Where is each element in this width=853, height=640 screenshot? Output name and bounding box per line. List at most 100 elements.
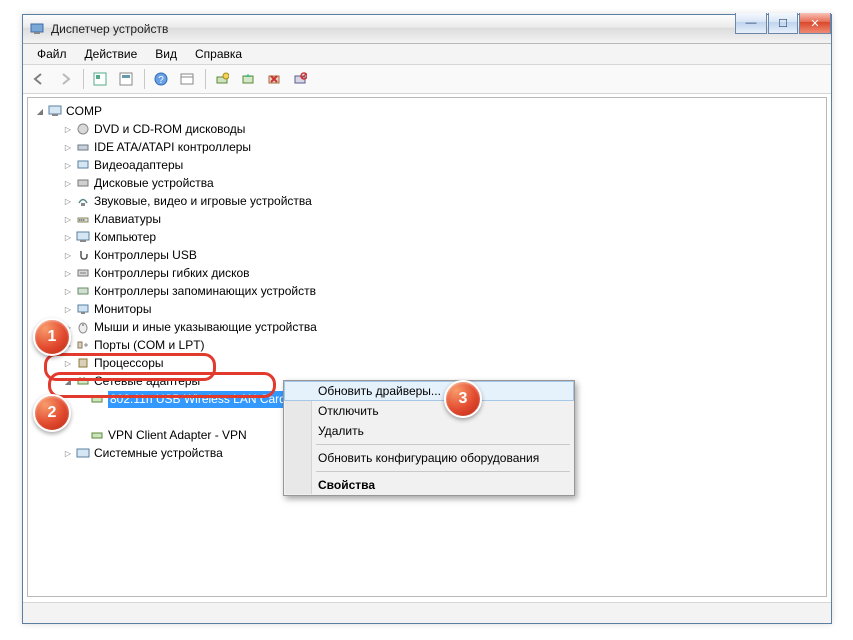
step-badge-3: 3 — [444, 380, 482, 418]
tree-label: Видеоадаптеры — [94, 157, 183, 174]
expander-icon[interactable]: ▷ — [62, 229, 74, 246]
tree-label: Звуковые, видео и игровые устройства — [94, 193, 312, 210]
window-title: Диспетчер устройств — [51, 22, 168, 36]
expander-icon[interactable]: ▷ — [62, 157, 74, 174]
menu-view[interactable]: Вид — [147, 45, 185, 63]
network-card-icon — [89, 427, 105, 443]
expander-icon[interactable]: ◢ — [62, 373, 74, 390]
expander-icon[interactable]: ▷ — [62, 265, 74, 282]
device-category-icon — [75, 283, 91, 299]
expander-icon[interactable]: ▷ — [62, 283, 74, 300]
ctx-remove[interactable]: Удалить — [284, 421, 574, 441]
toolbar-separator — [144, 69, 145, 89]
context-menu: Обновить драйверы... Отключить Удалить О… — [283, 380, 575, 496]
step-badge-1: 1 — [33, 318, 71, 356]
ctx-disable[interactable]: Отключить — [284, 401, 574, 421]
expander-icon[interactable]: ▷ — [62, 247, 74, 264]
back-button[interactable] — [27, 67, 51, 91]
tree-label: VPN Client Adapter - VPN — [108, 427, 247, 444]
window: Диспетчер устройств — ☐ ✕ Файл Действие … — [22, 14, 832, 624]
tree-category[interactable]: ▷ IDE ATA/ATAPI контроллеры — [28, 138, 826, 156]
tree-root-label: COMP — [66, 103, 102, 120]
expander-icon[interactable]: ▷ — [62, 445, 74, 462]
device-category-icon — [75, 139, 91, 155]
tree-label: Порты (COM и LPT) — [94, 337, 205, 354]
menu-help[interactable]: Справка — [187, 45, 250, 63]
tree-label: Дисковые устройства — [94, 175, 214, 192]
tree-category[interactable]: ▷ Процессоры — [28, 354, 826, 372]
tree-category[interactable]: ▷Контроллеры USB — [28, 246, 826, 264]
step-badge-2: 2 — [33, 394, 71, 432]
tree-label: IDE ATA/ATAPI контроллеры — [94, 139, 251, 156]
device-category-icon — [75, 337, 91, 353]
device-category-icon — [75, 301, 91, 317]
expander-icon[interactable]: ▷ — [62, 211, 74, 228]
toolbar: ? — [23, 65, 831, 94]
titlebar: Диспетчер устройств — ☐ ✕ — [23, 15, 831, 44]
tree-category[interactable]: ▷ Звуковые, видео и игровые устройства — [28, 192, 826, 210]
statusbar — [23, 602, 831, 623]
expander-icon[interactable]: ▷ — [62, 355, 74, 372]
device-tree-panel: ◢ COMP ▷ DVD и CD-ROM дисководы ▷ IDE ATA/A… — [27, 97, 827, 597]
tree-label: Компьютер — [94, 229, 156, 246]
properties-toolbar-button[interactable] — [114, 67, 138, 91]
device-category-icon — [75, 175, 91, 191]
expander-icon[interactable]: ▷ — [62, 121, 74, 138]
ctx-rescan[interactable]: Обновить конфигурацию оборудования — [284, 448, 574, 468]
device-category-icon — [75, 193, 91, 209]
uninstall-button[interactable] — [262, 67, 286, 91]
tree-category[interactable]: ▷ Контроллеры гибких дисков — [28, 264, 826, 282]
tree-category[interactable]: ▷Порты (COM и LPT) — [28, 336, 826, 354]
tree-label: 802.11n USB Wireless LAN Card — [108, 391, 288, 408]
tree-label: DVD и CD-ROM дисководы — [94, 121, 245, 138]
expander-icon[interactable]: ▷ — [62, 139, 74, 156]
tree-label: Мыши и иные указывающие устройства — [94, 319, 317, 336]
tree-category[interactable]: ▷ Компьютер — [28, 228, 826, 246]
device-category-icon — [75, 319, 91, 335]
help-toolbar-button[interactable]: ? — [149, 67, 173, 91]
forward-button[interactable] — [53, 67, 77, 91]
tree-category[interactable]: ▷ Дисковые устройства — [28, 174, 826, 192]
action-toolbar-button[interactable] — [175, 67, 199, 91]
menu-action[interactable]: Действие — [77, 45, 146, 63]
device-category-icon — [75, 247, 91, 263]
tree-label: Контроллеры запоминающих устройств — [94, 283, 316, 300]
tree-category[interactable]: ▷ Клавиатуры — [28, 210, 826, 228]
expander-icon[interactable]: ▷ — [62, 301, 74, 318]
device-category-icon — [75, 211, 91, 227]
toolbar-separator — [205, 69, 206, 89]
context-menu-separator — [316, 471, 570, 472]
context-menu-separator — [316, 444, 570, 445]
menu-file[interactable]: Файл — [29, 45, 75, 63]
tree-category[interactable]: ▷ DVD и CD-ROM дисководы — [28, 120, 826, 138]
disable-button[interactable] — [288, 67, 312, 91]
expander-icon[interactable]: ◢ — [34, 103, 46, 120]
network-card-icon — [89, 391, 105, 407]
tree-category[interactable]: ▷ Контроллеры запоминающих устройств — [28, 282, 826, 300]
tree-label: Системные устройства — [94, 445, 223, 462]
update-driver-button[interactable] — [236, 67, 260, 91]
tree-label: Сетевые адаптеры — [94, 373, 200, 390]
tree-label: Мониторы — [94, 301, 151, 318]
tree-category[interactable]: ▷ Видеоадаптеры — [28, 156, 826, 174]
tree-root[interactable]: ◢ COMP — [28, 102, 826, 120]
tree-category[interactable]: ▷ Мониторы — [28, 300, 826, 318]
device-category-icon — [75, 157, 91, 173]
tree-label: Клавиатуры — [94, 211, 161, 228]
scan-hardware-button[interactable] — [210, 67, 234, 91]
tree-category[interactable]: ▷Мыши и иные указывающие устройства — [28, 318, 826, 336]
device-category-icon — [75, 229, 91, 245]
cpu-icon — [75, 355, 91, 371]
ctx-properties[interactable]: Свойства — [284, 475, 574, 495]
show-hide-tree-button[interactable] — [88, 67, 112, 91]
expander-icon[interactable]: ▷ — [62, 193, 74, 210]
computer-icon — [47, 103, 63, 119]
tree-label: Контроллеры гибких дисков — [94, 265, 250, 282]
toolbar-separator — [83, 69, 84, 89]
expander-icon[interactable]: ▷ — [62, 175, 74, 192]
maximize-button[interactable]: ☐ — [768, 13, 798, 34]
minimize-button[interactable]: — — [735, 13, 767, 34]
network-icon — [75, 373, 91, 389]
close-button[interactable]: ✕ — [799, 13, 831, 34]
ctx-update-drivers[interactable]: Обновить драйверы... — [284, 381, 574, 401]
